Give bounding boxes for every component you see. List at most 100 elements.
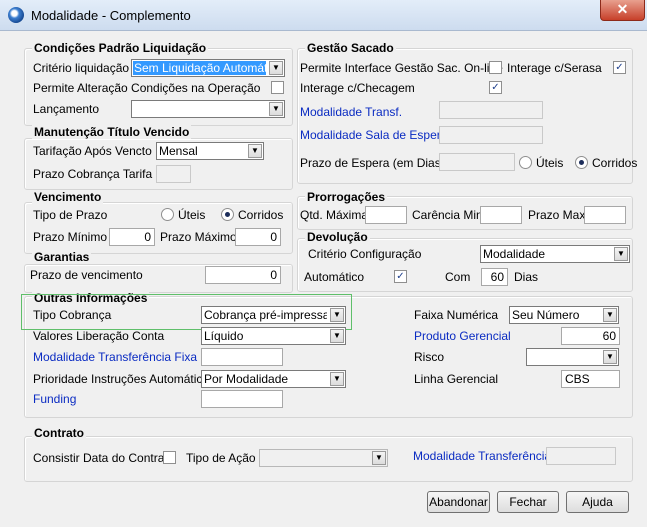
close-button[interactable]: ✕ <box>600 0 645 21</box>
prazo-max-label: Prazo Max. <box>528 208 589 222</box>
lancamento-label: Lançamento <box>33 102 100 116</box>
venc-corridos-label: Corridos <box>238 208 284 222</box>
qtd-maxima-field[interactable] <box>365 206 407 224</box>
modalidade-transf-fixa-field[interactable] <box>201 348 283 366</box>
app-icon <box>8 7 24 23</box>
gestao-corridos-label: Corridos <box>592 156 638 170</box>
serasa-label: Interage c/Serasa <box>507 61 602 75</box>
criterio-liquidacao-value: Sem Liquidação Automática <box>133 61 266 75</box>
modalidade-transf-fixa-label[interactable]: Modalidade Transferência Fixa <box>33 350 197 364</box>
serasa-checkbox[interactable]: ✓ <box>613 61 626 74</box>
close-icon: ✕ <box>616 1 629 17</box>
gestao-modalidade-transf-field[interactable] <box>439 101 543 119</box>
automatico-label: Automático <box>304 270 365 284</box>
interface-gestao-label: Permite Interface Gestão Sac. On-line <box>300 61 503 75</box>
prazo-cobranca-label: Prazo Cobrança Tarifa <box>33 167 153 181</box>
window-title: Modalidade - Complemento <box>31 8 191 23</box>
dias-label: Dias <box>514 270 539 284</box>
gestao-uteis-radio[interactable] <box>519 156 532 169</box>
tipo-cobranca-select[interactable]: Cobrança pré-impressa ▼ <box>201 306 346 324</box>
com-label: Com <box>445 270 471 284</box>
venc-uteis-radio[interactable] <box>161 208 174 221</box>
risco-label: Risco <box>414 350 445 364</box>
consistir-data-label: Consistir Data do Contrato <box>33 451 175 465</box>
prioridade-value: Por Modalidade <box>204 372 289 386</box>
prazo-minimo-label: Prazo Mínimo <box>33 230 108 244</box>
tipo-prazo-label: Tipo de Prazo <box>33 208 108 222</box>
funding-label[interactable]: Funding <box>33 392 76 406</box>
carencia-min-label: Carência Min. <box>412 208 487 222</box>
checagem-checkbox[interactable]: ✓ <box>489 81 502 94</box>
contrato-modalidade-transf-label[interactable]: Modalidade Transferência <box>413 449 551 463</box>
permite-alteracao-checkbox[interactable] <box>271 81 284 94</box>
produto-gerencial-label[interactable]: Produto Gerencial <box>414 329 511 343</box>
group-devolucao-title: Devolução <box>305 230 370 244</box>
chevron-down-icon[interactable]: ▼ <box>372 451 386 465</box>
tipo-acao-label: Tipo de Ação <box>186 451 256 465</box>
chevron-down-icon[interactable]: ▼ <box>330 372 344 386</box>
automatico-checkbox[interactable]: ✓ <box>394 270 407 283</box>
valores-liberacao-label: Valores Liberação Conta <box>33 329 165 343</box>
valores-liberacao-value: Líquido <box>204 329 244 343</box>
group-garantias-title: Garantias <box>32 250 92 264</box>
modalidade-sala-field[interactable] <box>439 126 543 144</box>
ajuda-button[interactable]: Ajuda <box>566 491 629 513</box>
checagem-label: Interage c/Checagem <box>300 81 415 95</box>
gestao-corridos-radio[interactable] <box>575 156 588 169</box>
gestao-modalidade-transf-label[interactable]: Modalidade Transf. <box>300 105 402 119</box>
linha-gerencial-field[interactable]: CBS <box>561 370 620 388</box>
valores-liberacao-select[interactable]: Líquido ▼ <box>201 327 346 345</box>
chevron-down-icon[interactable]: ▼ <box>603 350 617 364</box>
consistir-data-checkbox[interactable] <box>163 451 176 464</box>
prioridade-label: Prioridade Instruções Automáticas <box>33 372 216 386</box>
faixa-numerica-label: Faixa Numérica <box>414 308 499 322</box>
chevron-down-icon[interactable]: ▼ <box>330 308 344 322</box>
group-gestao-title: Gestão Sacado <box>305 41 396 55</box>
venc-uteis-label: Úteis <box>178 208 206 222</box>
interface-gestao-checkbox[interactable] <box>489 61 502 74</box>
dialog-window: Modalidade - Complemento ✕ Condições Pad… <box>0 0 647 527</box>
criterio-config-select[interactable]: Modalidade ▼ <box>480 245 630 263</box>
criterio-liquidacao-select[interactable]: Sem Liquidação Automática ▼ <box>131 59 285 77</box>
tipo-cobranca-label: Tipo Cobrança <box>33 308 112 322</box>
criterio-config-label: Critério Configuração <box>308 247 422 261</box>
gestao-uteis-label: Úteis <box>536 156 564 170</box>
produto-gerencial-field[interactable]: 60 <box>561 327 620 345</box>
tarifacao-select[interactable]: Mensal ▼ <box>156 142 264 160</box>
prazo-maximo-field[interactable]: 0 <box>235 228 281 246</box>
chevron-down-icon[interactable]: ▼ <box>269 102 283 116</box>
chevron-down-icon[interactable]: ▼ <box>614 247 628 261</box>
modalidade-sala-label[interactable]: Modalidade Sala de Espera <box>300 128 447 142</box>
chevron-down-icon[interactable]: ▼ <box>330 329 344 343</box>
risco-select[interactable]: ▼ <box>526 348 619 366</box>
group-vencimento-title: Vencimento <box>32 190 104 204</box>
venc-corridos-radio[interactable] <box>221 208 234 221</box>
prazo-cobranca-field[interactable] <box>156 165 191 183</box>
prioridade-select[interactable]: Por Modalidade ▼ <box>201 370 346 388</box>
faixa-numerica-select[interactable]: Seu Número ▼ <box>509 306 619 324</box>
chevron-down-icon[interactable]: ▼ <box>248 144 262 158</box>
chevron-down-icon[interactable]: ▼ <box>269 61 283 75</box>
prazo-minimo-field[interactable]: 0 <box>109 228 155 246</box>
prazo-max-field[interactable] <box>584 206 626 224</box>
prazo-espera-field[interactable] <box>439 153 515 171</box>
carencia-min-field[interactable] <box>480 206 522 224</box>
prazo-vencimento-field[interactable]: 0 <box>205 266 281 284</box>
tipo-cobranca-value: Cobrança pré-impressa <box>204 308 327 322</box>
contrato-modalidade-transf-field[interactable] <box>546 447 616 465</box>
tipo-acao-select[interactable]: ▼ <box>259 449 388 467</box>
title-bar[interactable]: Modalidade - Complemento ✕ <box>0 0 647 31</box>
funding-field[interactable] <box>201 390 283 408</box>
abandonar-button[interactable]: Abandonar <box>427 491 490 513</box>
prazo-maximo-label: Prazo Máximo <box>160 230 237 244</box>
qtd-maxima-label: Qtd. Máxima <box>300 208 369 222</box>
fechar-button[interactable]: Fechar <box>497 491 559 513</box>
criterio-config-value: Modalidade <box>483 247 546 261</box>
group-contrato-title: Contrato <box>32 426 86 440</box>
linha-gerencial-label: Linha Gerencial <box>414 372 499 386</box>
group-prorrogacoes-title: Prorrogações <box>305 190 388 204</box>
chevron-down-icon[interactable]: ▼ <box>603 308 617 322</box>
com-dias-field[interactable]: 60 <box>481 268 508 286</box>
lancamento-select[interactable]: ▼ <box>131 100 285 118</box>
tarifacao-label: Tarifação Após Vencto <box>33 144 152 158</box>
